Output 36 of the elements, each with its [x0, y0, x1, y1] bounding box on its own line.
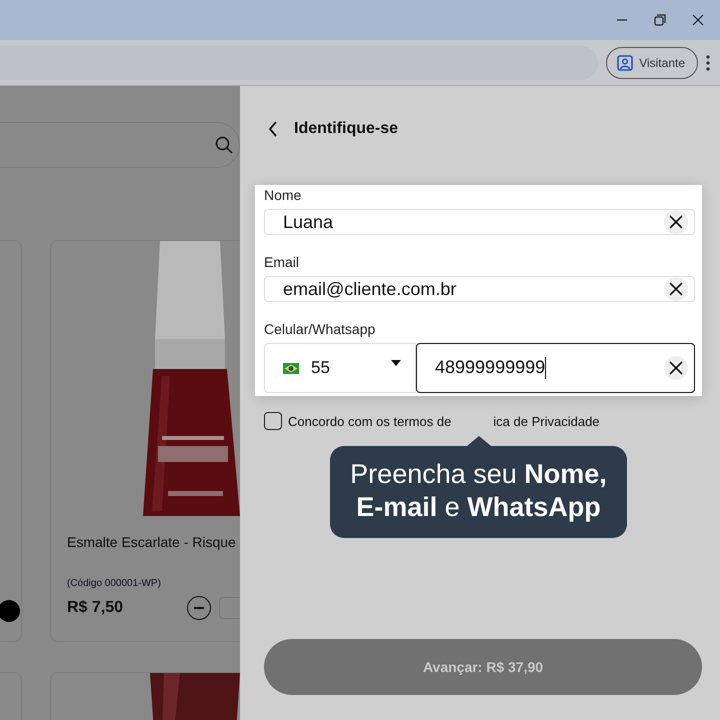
search-field[interactable] [0, 122, 240, 168]
search-icon [215, 136, 233, 154]
product-price: R$ 7,50 [67, 599, 124, 617]
more-icon[interactable] [706, 54, 710, 70]
tooltip: Preencha seu Nome, E-mail e WhatsApp [330, 446, 627, 538]
input-field[interactable]: email@cliente.com.br [264, 276, 695, 302]
clear-button[interactable] [664, 277, 688, 301]
decrease-button[interactable] [187, 596, 211, 620]
tooltip-arrow [466, 436, 490, 446]
input-field[interactable]: Luana [264, 209, 695, 235]
back-button[interactable] [268, 121, 278, 137]
caret-icon [391, 360, 401, 366]
person-icon [617, 54, 634, 70]
field-label: Nome [264, 187, 302, 203]
product-name[interactable]: Esmalte Escarlate - Risque [67, 534, 240, 550]
checkbox[interactable] [264, 412, 282, 430]
consent-text: ica de Privacidade [493, 414, 600, 428]
close-icon [669, 215, 683, 229]
clear-button[interactable] [664, 356, 688, 380]
clear-button[interactable] [664, 210, 688, 234]
panel-title: Identifique-se [294, 120, 398, 138]
field-label: Email [264, 254, 300, 270]
profile-button[interactable]: Visitante [606, 46, 698, 78]
close-icon[interactable] [692, 14, 704, 26]
restore-icon[interactable] [654, 14, 666, 26]
phone-field[interactable]: 48999999999 [416, 343, 695, 393]
back-icon [268, 121, 278, 137]
close-icon [669, 361, 683, 375]
close-icon [669, 282, 683, 296]
field-label: Celular/Whatsapp [264, 321, 376, 337]
minus-icon [194, 607, 204, 609]
consent-text: Concordo com os termos de [288, 414, 452, 428]
flag-icon [283, 362, 299, 374]
product-code: (Código 000001-WP) [67, 578, 162, 589]
quantity-field[interactable] [219, 597, 240, 619]
country-code-select[interactable]: 55 [264, 343, 416, 393]
